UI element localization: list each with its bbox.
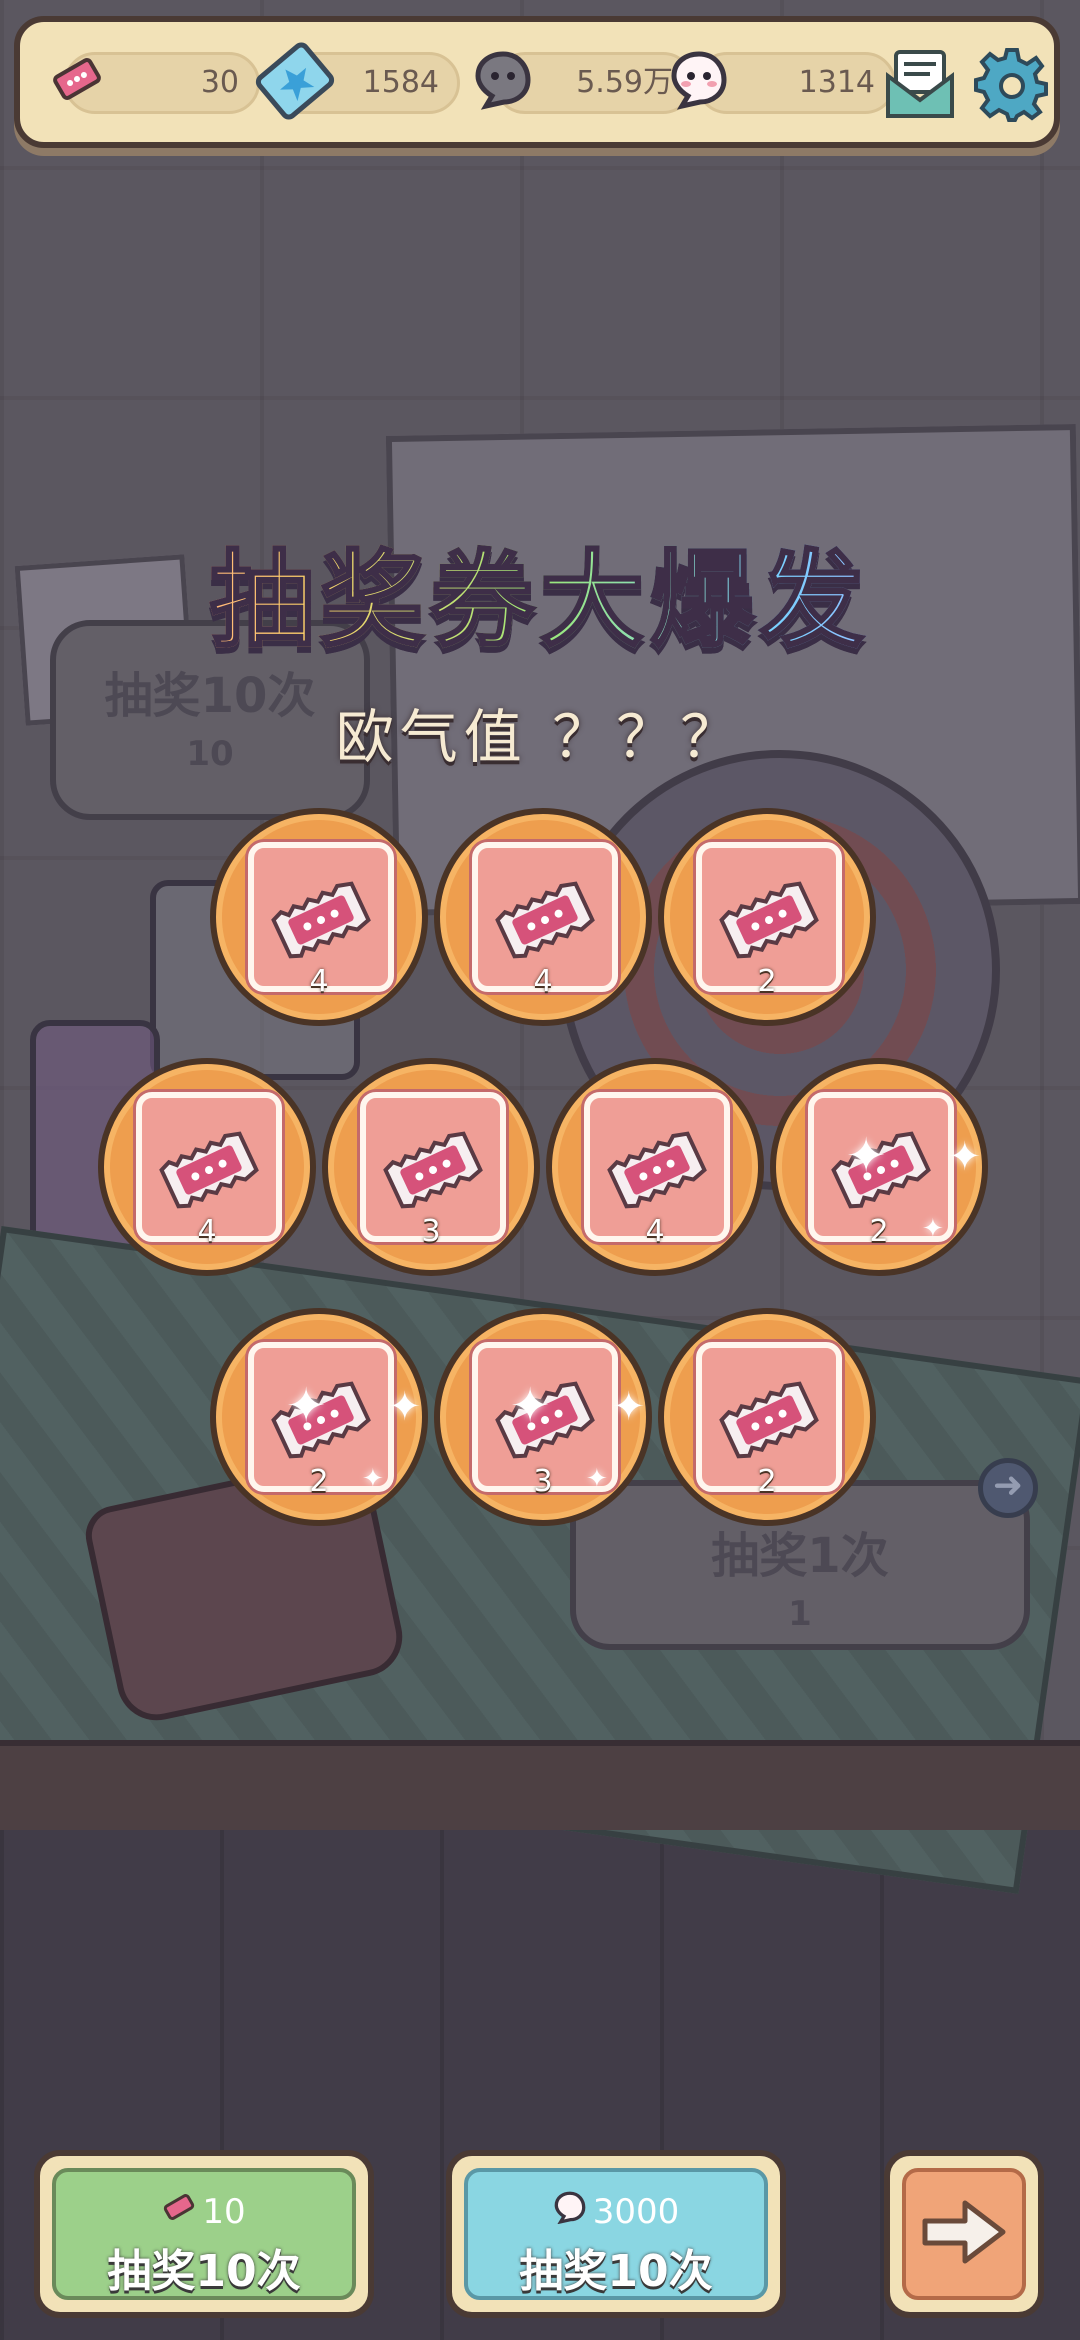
resource-bar: 30 1584 5.59万 1314 xyxy=(14,16,1060,148)
reward-item: 4 xyxy=(546,1058,764,1276)
sparkle-icon: ✦ xyxy=(948,1134,982,1180)
reward-item: 3 xyxy=(322,1058,540,1276)
ticket-draw-label: 抽奖10次 xyxy=(107,2246,301,2297)
light-soul-icon xyxy=(666,46,732,112)
ticket-draw-ten-button[interactable]: 10 抽奖10次 xyxy=(34,2150,374,2318)
next-button[interactable] xyxy=(884,2150,1044,2318)
soul-draw-cost: 3000 xyxy=(592,2191,680,2232)
ticket-draw-cost: 10 xyxy=(202,2191,246,2232)
ticket-icon xyxy=(159,1131,259,1209)
arrow-right-icon xyxy=(919,2197,1009,2271)
ticket-icon xyxy=(495,881,595,959)
ticket-icon xyxy=(607,1131,707,1209)
soul-draw-ten-button[interactable]: 3000 抽奖10次 xyxy=(446,2150,786,2318)
sparkle-icon: ✦ xyxy=(586,1464,608,1494)
reward-count: 3 xyxy=(533,1464,553,1499)
sparkle-icon: ✦ xyxy=(510,1378,551,1434)
ticket-icon xyxy=(271,881,371,959)
luck-value-text: 欧气值 ？？？ xyxy=(335,703,745,771)
star-shard-icon xyxy=(250,26,340,136)
ticket-icon xyxy=(719,881,819,959)
reward-count: 4 xyxy=(309,964,329,999)
soul-draw-label: 抽奖10次 xyxy=(519,2246,713,2297)
reward-count: 2 xyxy=(309,1464,329,1499)
soul-draw-ten-face: 3000 抽奖10次 xyxy=(464,2168,768,2300)
reward-count: 2 xyxy=(869,1214,889,1249)
sparkle-icon: ✦ xyxy=(388,1384,422,1430)
reward-item: 4 xyxy=(210,808,428,1026)
light-soul-icon xyxy=(553,2190,587,2233)
gear-icon[interactable] xyxy=(972,44,1052,124)
next-button-face xyxy=(902,2168,1026,2300)
ticket-icon xyxy=(162,2190,196,2233)
soul-draw-cost-row: 3000 xyxy=(468,2190,764,2233)
reward-count: 4 xyxy=(533,964,553,999)
reward-count: 2 xyxy=(757,964,777,999)
reward-count: 4 xyxy=(645,1214,665,1249)
reward-item: 4 xyxy=(98,1058,316,1276)
reward-item: 2 ✦ ✦ ✦ xyxy=(210,1308,428,1526)
reward-item: 2 ✦ ✦ ✦ xyxy=(770,1058,988,1276)
reward-count: 3 xyxy=(421,1214,441,1249)
sparkle-icon: ✦ xyxy=(612,1384,646,1430)
reward-item: 4 xyxy=(434,808,652,1026)
sparkle-icon: ✦ xyxy=(362,1464,384,1494)
reward-count: 2 xyxy=(757,1464,777,1499)
ticket-draw-ten-face: 10 抽奖10次 xyxy=(52,2168,356,2300)
ticket-icon xyxy=(719,1381,819,1459)
sparkle-icon: ✦ xyxy=(922,1214,944,1244)
ticket-icon xyxy=(44,46,110,112)
ticket-icon xyxy=(383,1131,483,1209)
reward-count: 4 xyxy=(197,1214,217,1249)
mail-icon[interactable] xyxy=(880,44,960,124)
reward-item: 3 ✦ ✦ ✦ xyxy=(434,1308,652,1526)
reward-item: 2 xyxy=(658,808,876,1026)
sparkle-icon: ✦ xyxy=(286,1378,327,1434)
reward-item: 2 xyxy=(658,1308,876,1526)
popup-title: 抽奖券大爆发 xyxy=(0,515,1080,666)
ticket-draw-cost-row: 10 xyxy=(56,2190,352,2233)
sparkle-icon: ✦ xyxy=(846,1128,887,1184)
dark-soul-icon xyxy=(470,46,536,112)
